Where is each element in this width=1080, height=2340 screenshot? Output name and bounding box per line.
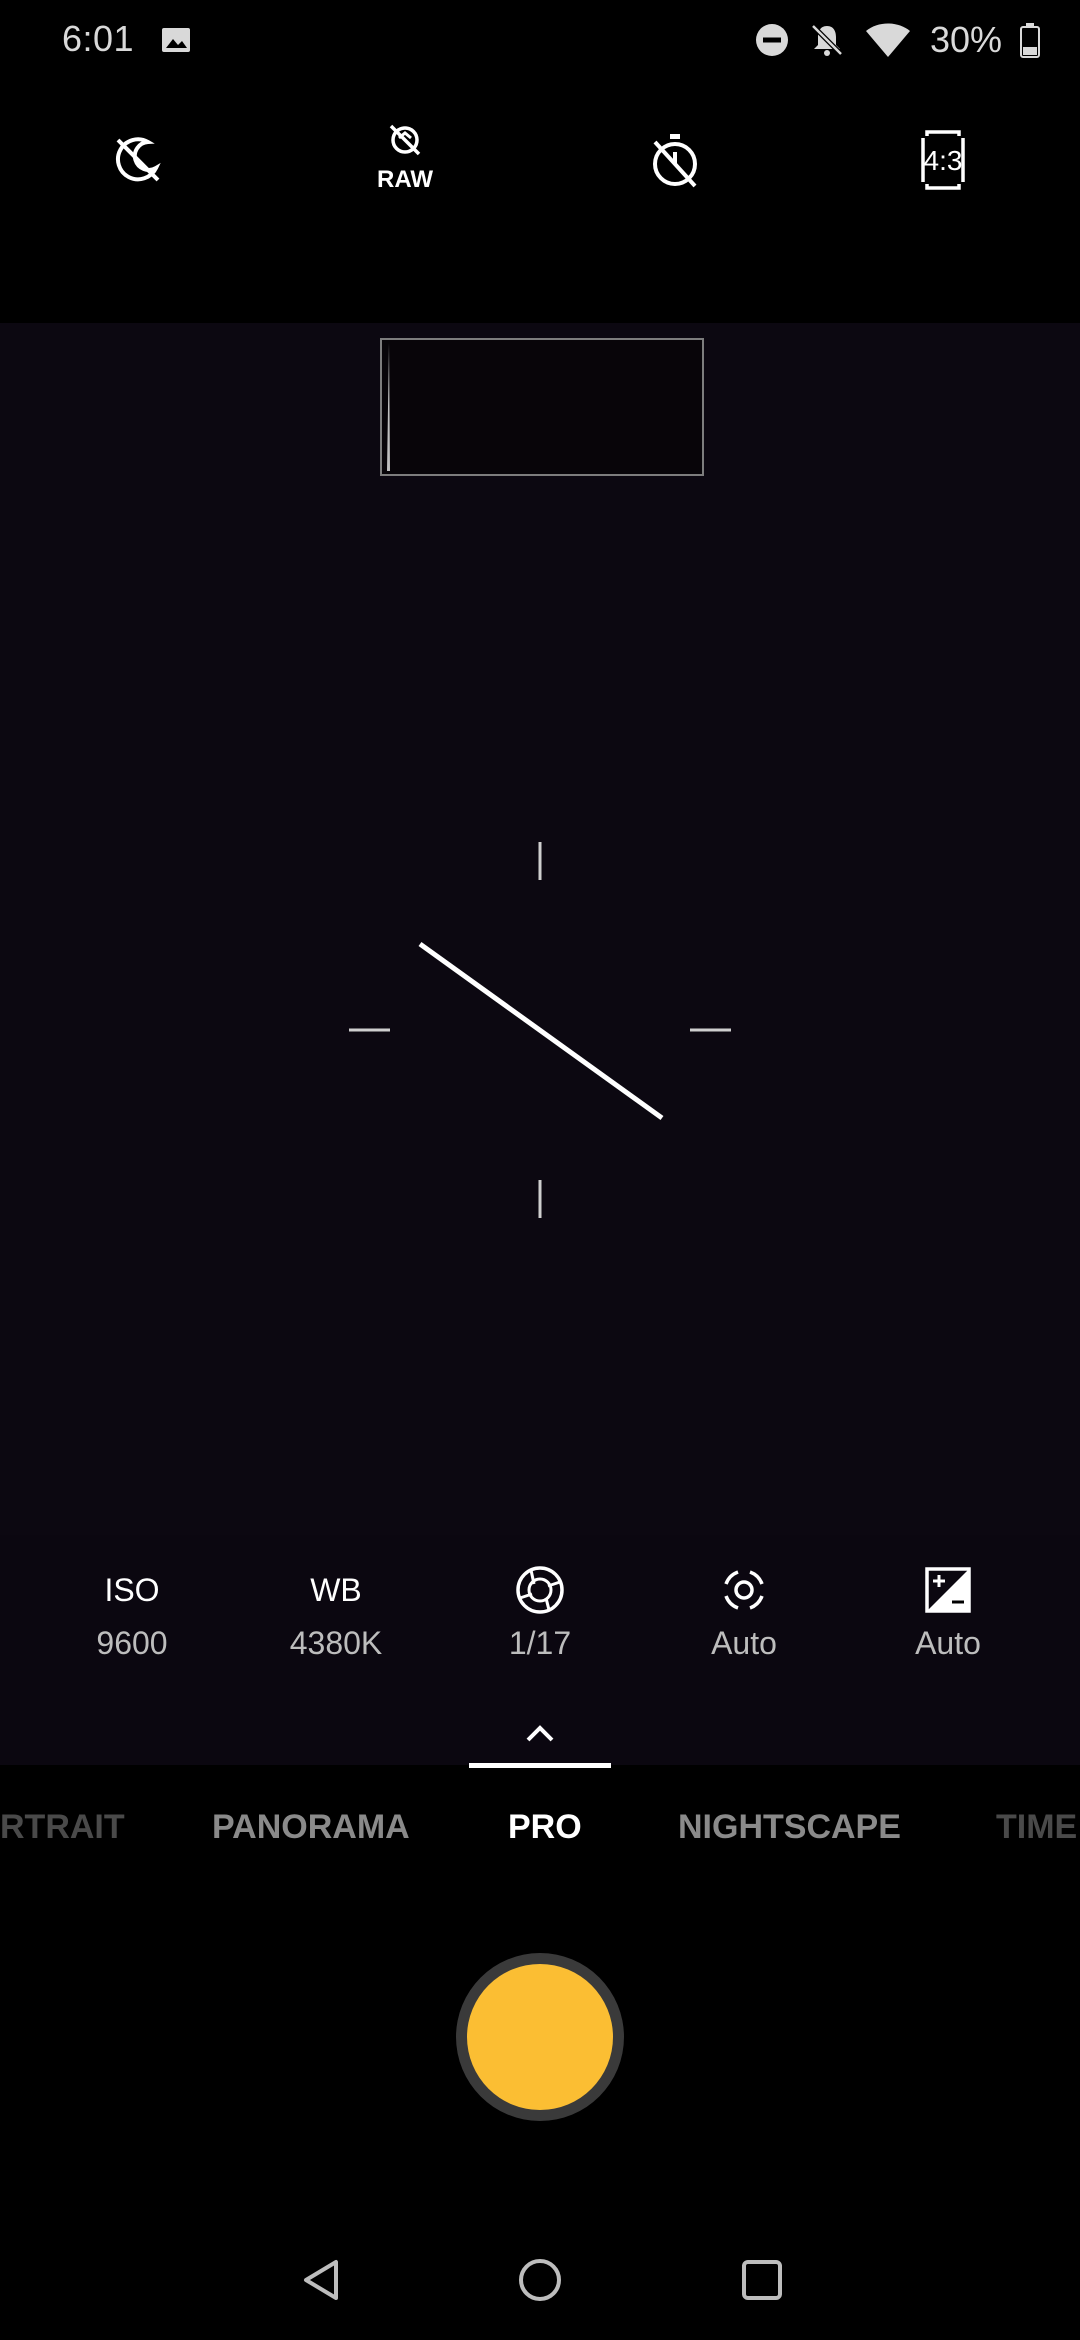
raw-label: RAW <box>377 166 433 193</box>
mode-nightscape[interactable]: NIGHTSCAPE <box>678 1808 901 1847</box>
mode-panorama[interactable]: PANORAMA <box>212 1808 410 1847</box>
chevron-up-icon[interactable] <box>520 1718 560 1748</box>
hdr-off-icon <box>116 137 161 182</box>
raw-toggle-button[interactable]: RAW <box>355 110 455 210</box>
mode-carousel: RTRAIT PANORAMA PRO NIGHTSCAPE TIME <box>0 1790 1080 1880</box>
histogram-spike <box>384 343 394 471</box>
histogram <box>380 338 704 476</box>
iso-value: 9600 <box>96 1625 168 1661</box>
level-reticle <box>349 842 731 1218</box>
wb-value: 4380K <box>289 1625 383 1661</box>
hdr-toggle-button[interactable] <box>88 110 188 210</box>
navigation-bar <box>0 2220 1080 2340</box>
status-right-cluster: 30% <box>754 18 1040 62</box>
mode-time[interactable]: TIME <box>996 1808 1077 1847</box>
shutter-speed-control[interactable]: 1/17 <box>460 1565 620 1695</box>
aspect-label: 4:3 <box>924 145 963 176</box>
mode-portrait[interactable]: RTRAIT <box>0 1808 125 1847</box>
nav-recents-button[interactable] <box>730 2248 794 2312</box>
nav-home-button[interactable] <box>508 2248 572 2312</box>
status-bar: 6:01 30% <box>0 0 1080 80</box>
aspect-ratio-button[interactable]: 4:3 <box>893 110 993 210</box>
bell-off-icon <box>811 24 843 56</box>
back-icon <box>304 2260 338 2300</box>
status-time: 6:01 <box>62 18 135 59</box>
timer-off-icon <box>653 134 697 188</box>
home-icon <box>519 2259 561 2301</box>
mode-pro[interactable]: PRO <box>508 1808 582 1847</box>
exposure-value: Auto <box>915 1625 981 1661</box>
battery-percentage: 30% <box>929 19 1002 60</box>
raw-off-icon <box>389 124 421 156</box>
shutter-speed-value: 1/17 <box>508 1625 572 1661</box>
gallery-icon <box>162 28 190 52</box>
recents-icon <box>742 2260 782 2300</box>
battery-icon <box>1020 23 1040 58</box>
wifi-icon <box>865 23 910 57</box>
active-mode-indicator <box>469 1763 611 1768</box>
iso-label: ISO <box>104 1572 160 1608</box>
aspect-ratio-icon: 4:3 <box>921 130 965 190</box>
nav-back-button[interactable] <box>290 2248 354 2312</box>
iso-control[interactable]: ISO 9600 <box>52 1565 212 1695</box>
timer-toggle-button[interactable] <box>625 110 725 210</box>
wb-label: WB <box>310 1572 362 1608</box>
shutter-speed-icon <box>516 1566 564 1614</box>
camera-top-toolbar: RAW 4:3 <box>0 110 1080 210</box>
focus-value: Auto <box>711 1625 777 1661</box>
focus-control[interactable]: Auto <box>664 1565 824 1695</box>
shutter-button[interactable] <box>456 1953 624 2121</box>
shutter-button-inner <box>467 1964 613 2110</box>
dnd-icon <box>755 24 788 56</box>
exposure-control[interactable]: Auto <box>868 1565 1028 1695</box>
exposure-icon <box>925 1567 971 1613</box>
wb-control[interactable]: WB 4380K <box>256 1565 416 1695</box>
focus-icon <box>724 1570 764 1610</box>
